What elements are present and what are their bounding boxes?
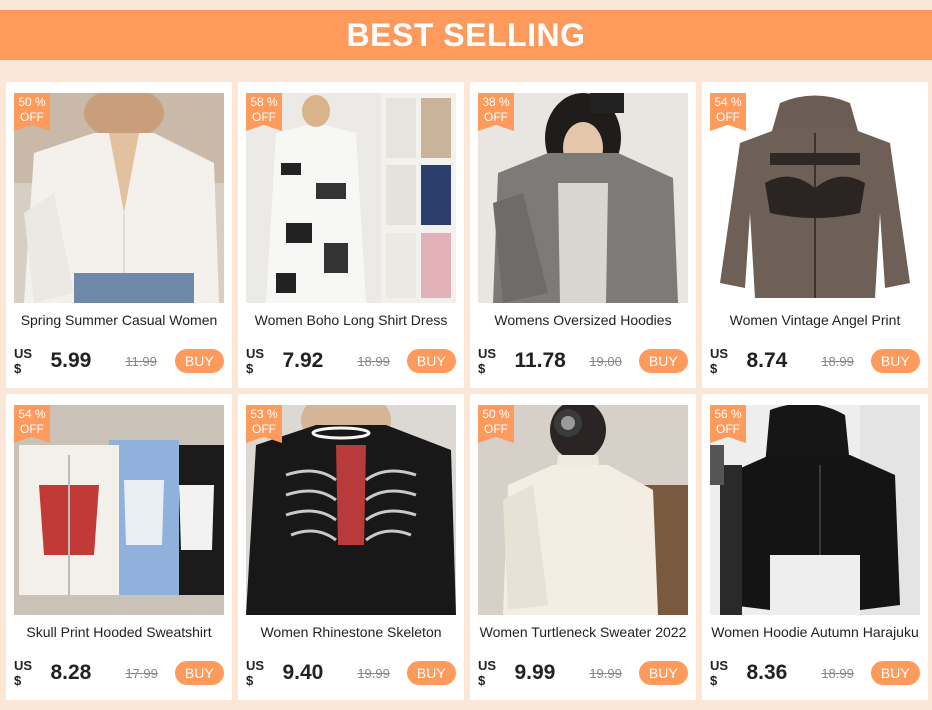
sale-price: 8.74 bbox=[746, 349, 788, 372]
product-title[interactable]: Women Vintage Angel Print bbox=[706, 312, 924, 328]
currency-label: US $ bbox=[710, 658, 729, 688]
discount-value: 50 % bbox=[18, 95, 46, 109]
discount-off-label: OFF bbox=[716, 422, 740, 436]
product-title[interactable]: Women Hoodie Autumn Harajuku bbox=[706, 624, 924, 640]
currency-label: US $ bbox=[478, 658, 497, 688]
product-card[interactable]: 50 % OFF Women Turtleneck Sweater 2022 U… bbox=[470, 394, 696, 700]
currency-label: US $ bbox=[14, 346, 33, 376]
discount-off-label: OFF bbox=[716, 110, 740, 124]
original-price: 19.99 bbox=[589, 665, 622, 681]
price-row: US $ 7.92 18.99 BUY bbox=[246, 346, 456, 376]
price-row: US $ 5.99 11.99 BUY bbox=[14, 346, 224, 376]
sale-price: 11.78 bbox=[514, 349, 566, 372]
original-price: 19.99 bbox=[357, 665, 390, 681]
sale-price: 8.28 bbox=[50, 661, 92, 684]
product-image[interactable]: 53 % OFF bbox=[246, 405, 456, 615]
sale-price: 9.40 bbox=[282, 661, 324, 684]
buy-button[interactable]: BUY bbox=[406, 661, 456, 685]
sale-price: 9.99 bbox=[514, 661, 556, 684]
product-image[interactable]: 54 % OFF bbox=[710, 93, 920, 303]
currency-label: US $ bbox=[478, 346, 497, 376]
product-card[interactable]: 56 % OFF Women Hoodie Autumn Harajuku US… bbox=[702, 394, 928, 700]
price-row: US $ 8.36 18.99 BUY bbox=[710, 658, 920, 688]
buy-button[interactable]: BUY bbox=[406, 349, 456, 373]
currency-label: US $ bbox=[14, 658, 33, 688]
product-title[interactable]: Spring Summer Casual Women bbox=[10, 312, 228, 328]
product-title[interactable]: Skull Print Hooded Sweatshirt bbox=[10, 624, 228, 640]
product-card[interactable]: 54 % OFF Skull Print Hooded Sweatshirt U… bbox=[6, 394, 232, 700]
sale-price: 7.92 bbox=[282, 349, 324, 372]
product-title[interactable]: Women Rhinestone Skeleton bbox=[242, 624, 460, 640]
buy-button[interactable]: BUY bbox=[174, 349, 224, 373]
product-card[interactable]: 38 % OFF Womens Oversized Hoodies US $ 1… bbox=[470, 82, 696, 388]
original-price: 19.00 bbox=[589, 353, 622, 369]
discount-value: 53 % bbox=[250, 407, 278, 421]
product-image[interactable]: 50 % OFF bbox=[478, 405, 688, 615]
currency-label: US $ bbox=[246, 658, 265, 688]
product-image[interactable]: 50 % OFF bbox=[14, 93, 224, 303]
currency-label: US $ bbox=[710, 346, 729, 376]
buy-button[interactable]: BUY bbox=[638, 349, 688, 373]
price-row: US $ 8.28 17.99 BUY bbox=[14, 658, 224, 688]
discount-off-label: OFF bbox=[484, 422, 508, 436]
original-price: 18.99 bbox=[821, 353, 854, 369]
product-title[interactable]: Women Boho Long Shirt Dress bbox=[242, 312, 460, 328]
product-card[interactable]: 54 % OFF Women Vintage Angel Print US $ … bbox=[702, 82, 928, 388]
buy-button[interactable]: BUY bbox=[174, 661, 224, 685]
discount-value: 54 % bbox=[18, 407, 46, 421]
product-card[interactable]: 58 % OFF Women Boho Long Shirt Dress US … bbox=[238, 82, 464, 388]
original-price: 17.99 bbox=[125, 665, 158, 681]
discount-off-label: OFF bbox=[484, 110, 508, 124]
product-title[interactable]: Women Turtleneck Sweater 2022 bbox=[474, 624, 692, 640]
buy-button[interactable]: BUY bbox=[638, 661, 688, 685]
price-row: US $ 11.78 19.00 BUY bbox=[478, 346, 688, 376]
best-selling-banner: BEST SELLING bbox=[0, 10, 932, 60]
product-image[interactable]: 38 % OFF bbox=[478, 93, 688, 303]
discount-value: 50 % bbox=[482, 407, 510, 421]
sale-price: 8.36 bbox=[746, 661, 788, 684]
banner-title: BEST SELLING bbox=[346, 16, 586, 53]
product-title[interactable]: Womens Oversized Hoodies bbox=[474, 312, 692, 328]
discount-off-label: OFF bbox=[20, 422, 44, 436]
original-price: 11.99 bbox=[125, 353, 157, 369]
discount-off-label: OFF bbox=[252, 422, 276, 436]
buy-button[interactable]: BUY bbox=[870, 661, 920, 685]
discount-value: 58 % bbox=[250, 95, 278, 109]
discount-value: 38 % bbox=[482, 95, 510, 109]
product-image[interactable]: 54 % OFF bbox=[14, 405, 224, 615]
discount-off-label: OFF bbox=[252, 110, 276, 124]
original-price: 18.99 bbox=[821, 665, 854, 681]
product-card[interactable]: 53 % OFF Women Rhinestone Skeleton US $ … bbox=[238, 394, 464, 700]
currency-label: US $ bbox=[246, 346, 265, 376]
original-price: 18.99 bbox=[357, 353, 390, 369]
price-row: US $ 8.74 18.99 BUY bbox=[710, 346, 920, 376]
price-row: US $ 9.40 19.99 BUY bbox=[246, 658, 456, 688]
discount-value: 54 % bbox=[714, 95, 742, 109]
discount-off-label: OFF bbox=[20, 110, 44, 124]
buy-button[interactable]: BUY bbox=[870, 349, 920, 373]
product-image[interactable]: 56 % OFF bbox=[710, 405, 920, 615]
product-image[interactable]: 58 % OFF bbox=[246, 93, 456, 303]
sale-price: 5.99 bbox=[50, 349, 92, 372]
product-card[interactable]: 50 % OFF Spring Summer Casual Women US $… bbox=[6, 82, 232, 388]
discount-value: 56 % bbox=[714, 407, 742, 421]
price-row: US $ 9.99 19.99 BUY bbox=[478, 658, 688, 688]
product-grid: 50 % OFF Spring Summer Casual Women US $… bbox=[6, 82, 928, 700]
